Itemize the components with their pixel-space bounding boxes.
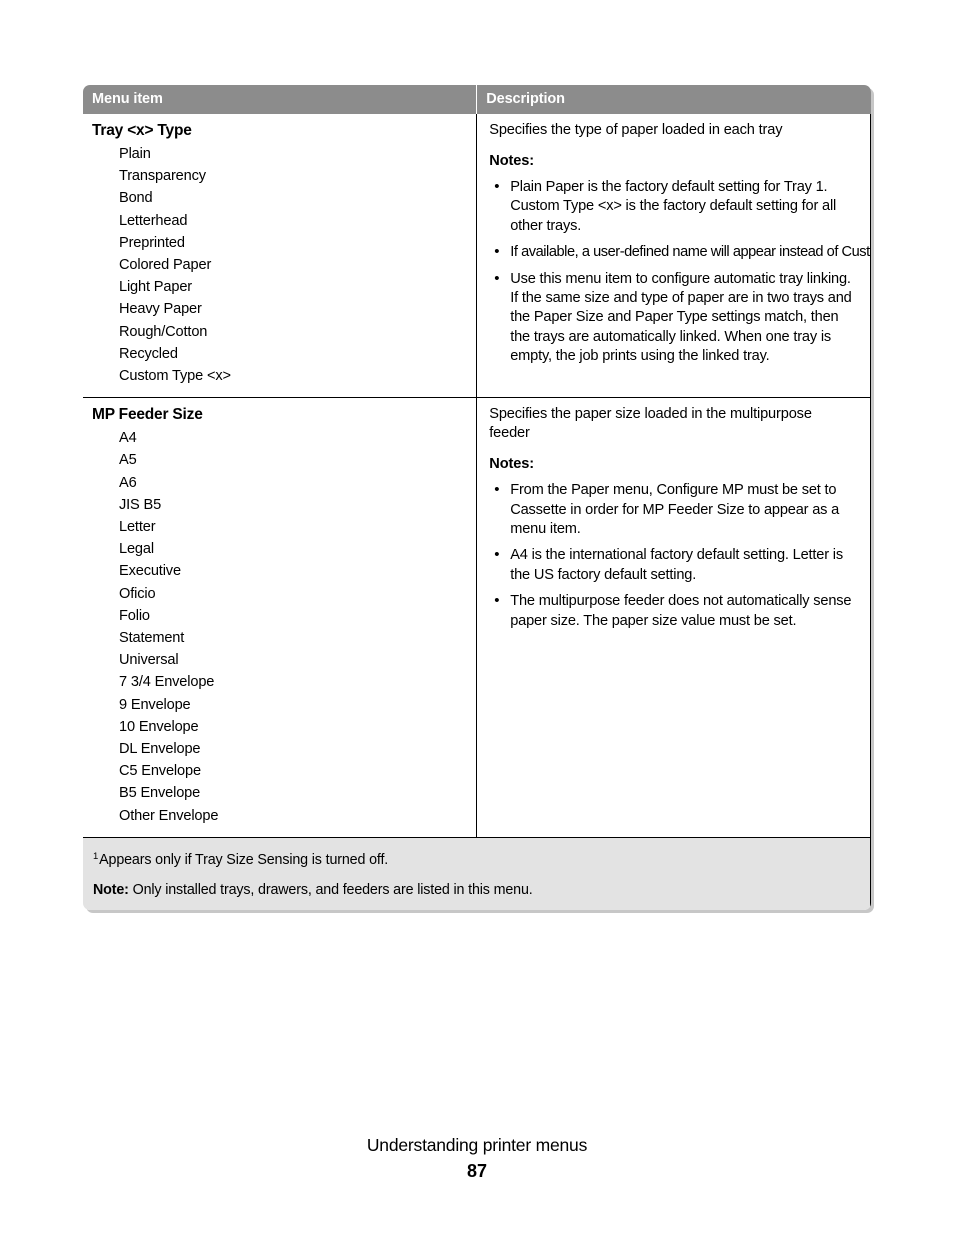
footer-section-title: Understanding printer menus	[366, 1135, 588, 1155]
table-body: Tray <x> Type Plain Transparency Bond Le…	[83, 114, 871, 910]
note-item: If available, a user-defined name will a…	[489, 242, 871, 262]
footnote-marker: 1	[93, 850, 99, 862]
description-cell-tray-type: Specifies the type of paper loaded in ea…	[476, 114, 871, 399]
footnote-note: Note: Only installed trays, drawers, and…	[93, 881, 858, 899]
list-item: 7 3/4 Envelope	[119, 674, 215, 691]
notes-label: Notes:	[489, 153, 535, 169]
list-item: C5 Envelope	[119, 763, 201, 780]
menu-item-cell-mp-feeder-size: MP Feeder Size A4 A5 A6 JIS B5 Letter Le…	[83, 397, 478, 838]
menu-table: Menu item Description Tray <x> Type Plai…	[83, 85, 871, 910]
page-footer: Understanding printer menus 87	[0, 1134, 954, 1183]
list-item: A4	[119, 430, 137, 447]
list-item: 9 Envelope	[119, 696, 191, 713]
list-item: Executive	[119, 563, 181, 580]
list-item: Custom Type <x>	[119, 368, 231, 385]
list-item: Transparency	[119, 168, 206, 185]
table-row: MP Feeder Size A4 A5 A6 JIS B5 Letter Le…	[83, 397, 871, 838]
list-item: Recycled	[119, 345, 178, 362]
list-item: Legal	[119, 541, 154, 558]
footnote-cell: 1Appears only if Tray Size Sensing is tu…	[83, 837, 871, 910]
menu-item-title: MP Feeder Size	[92, 406, 203, 424]
note-body-text: Only installed trays, drawers, and feede…	[132, 881, 533, 898]
menu-option-list: A4 A5 A6 JIS B5 Letter Legal Executive O…	[92, 427, 468, 827]
list-item: Other Envelope	[119, 807, 219, 824]
list-item: A6	[119, 474, 137, 491]
list-item: Rough/Cotton	[119, 323, 208, 340]
menu-item-cell-tray-type: Tray <x> Type Plain Transparency Bond Le…	[83, 114, 478, 399]
description-cell-mp-feeder-size: Specifies the paper size loaded in the m…	[476, 397, 871, 838]
list-item: Colored Paper	[119, 257, 212, 274]
list-item: Preprinted	[119, 234, 185, 251]
list-item: Heavy Paper	[119, 301, 202, 318]
note-item: Use this menu item to configure automati…	[489, 269, 856, 367]
list-item: 10 Envelope	[119, 718, 199, 735]
note-prefix-label: Note:	[93, 881, 129, 898]
list-item: Plain	[119, 146, 151, 162]
note-item: From the Paper menu, Configure MP must b…	[489, 480, 856, 539]
table-header-row: Menu item Description	[83, 85, 871, 114]
page-number: 87	[466, 1161, 488, 1181]
column-header-description: Description	[476, 85, 871, 114]
description-lead: Specifies the type of paper loaded in ea…	[489, 122, 783, 138]
column-header-menu-item: Menu item	[83, 85, 478, 114]
list-item: JIS B5	[119, 496, 162, 513]
note-item: Plain Paper is the factory default setti…	[489, 177, 856, 236]
list-item: Light Paper	[119, 279, 192, 296]
menu-item-title: Tray <x> Type	[92, 122, 192, 139]
list-item: Letter	[119, 519, 156, 536]
list-item: Folio	[119, 607, 150, 624]
list-item: A5	[119, 452, 137, 469]
footnote-text: Appears only if Tray Size Sensing is tur…	[99, 851, 389, 868]
list-item: DL Envelope	[119, 741, 201, 758]
list-item: B5 Envelope	[119, 785, 201, 802]
list-item: Bond	[119, 190, 153, 207]
note-item: The multipurpose feeder does not automat…	[489, 591, 856, 631]
notes-list: From the Paper menu, Configure MP must b…	[489, 480, 856, 631]
notes-list: Plain Paper is the factory default setti…	[489, 177, 871, 367]
description-lead: Specifies the paper size loaded in the m…	[489, 406, 812, 442]
table-header: Menu item Description	[83, 85, 871, 114]
list-item: Universal	[119, 652, 179, 669]
menu-option-list: Plain Transparency Bond Letterhead Prepr…	[92, 143, 468, 387]
table-footnote-row: 1Appears only if Tray Size Sensing is tu…	[83, 837, 871, 910]
list-item: Letterhead	[119, 212, 188, 229]
list-item: Statement	[119, 630, 185, 647]
notes-label: Notes:	[489, 456, 535, 473]
table-row: Tray <x> Type Plain Transparency Bond Le…	[83, 114, 871, 399]
note-item: A4 is the international factory default …	[489, 545, 856, 585]
footnote-tray-size-sensing: 1Appears only if Tray Size Sensing is tu…	[93, 848, 858, 869]
list-item: Oficio	[119, 585, 156, 602]
menu-reference-table: Menu item Description Tray <x> Type Plai…	[83, 85, 871, 910]
